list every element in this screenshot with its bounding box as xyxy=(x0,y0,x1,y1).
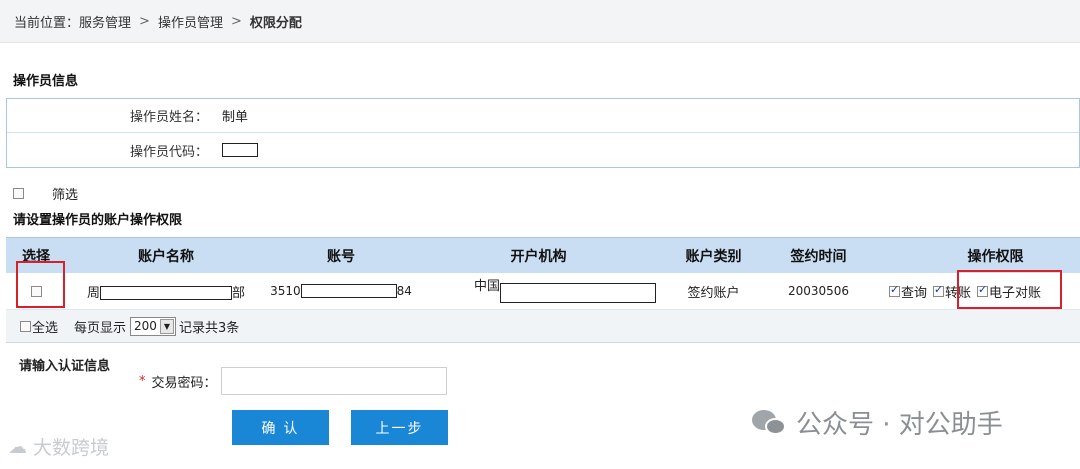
header-institution: 开户机构 xyxy=(510,248,567,265)
highlight-e-reconciliation-box xyxy=(957,270,1062,309)
institution-cell: 中国 xyxy=(416,273,661,310)
filter-checkbox[interactable] xyxy=(13,188,24,199)
account-type-cell: 签约账户 xyxy=(687,285,740,301)
institution-prefix: 中国 xyxy=(474,278,501,294)
page-size-prefix: 每页显示 xyxy=(74,320,127,336)
watermark-left-text: 大数跨境 xyxy=(33,437,110,459)
operator-code-label: 操作员代码： xyxy=(129,144,208,160)
breadcrumb-separator: > xyxy=(139,13,150,29)
table-header: 选择 账户名称 账号 开户机构 账户类别 签约时间 操作权限 xyxy=(6,237,1080,273)
filter-toggle[interactable]: 筛选 xyxy=(13,184,78,203)
permission-section-title: 请设置操作员的账户操作权限 xyxy=(13,213,183,228)
watermark-official-account: 公众号 · 对公助手 xyxy=(752,404,1003,441)
perm-query-checkbox[interactable] xyxy=(889,283,900,297)
header-account-name: 账户名称 xyxy=(138,248,194,265)
operator-name-label: 操作员姓名： xyxy=(129,110,208,125)
operator-name-row: 操作员姓名： 制单 xyxy=(7,99,1079,133)
account-no-suffix: 84 xyxy=(396,283,412,298)
breadcrumb-item-operator-management[interactable]: 操作员管理 xyxy=(158,12,223,31)
chevron-down-icon: ▼ xyxy=(159,318,174,334)
perm-transfer-checkbox[interactable] xyxy=(933,283,945,297)
header-sign-date: 签约时间 xyxy=(790,248,847,265)
breadcrumb: 当前位置： 服务管理 > 操作员管理 > 权限分配 xyxy=(0,0,1080,43)
account-name-suffix: 部 xyxy=(232,285,246,301)
header-account-no: 账号 xyxy=(327,248,355,265)
password-row: * 交易密码： xyxy=(139,367,447,395)
header-account-type: 账户类别 xyxy=(685,248,742,265)
account-name-cell: 周部 xyxy=(66,282,266,301)
watermark-right-text: 公众号 · 对公助手 xyxy=(796,410,1003,440)
breadcrumb-current: 权限分配 xyxy=(249,15,302,31)
page-size-value: 200 xyxy=(134,319,157,333)
operator-code-row: 操作员代码： xyxy=(7,133,1079,167)
sign-date-cell: 20030506 xyxy=(787,284,850,298)
password-input[interactable] xyxy=(220,367,447,395)
operator-info-title: 操作员信息 xyxy=(13,74,79,89)
back-button[interactable]: 上一步 xyxy=(351,410,448,445)
highlight-select-box xyxy=(16,261,65,308)
select-all-label: 全选 xyxy=(32,320,59,336)
breadcrumb-separator: > xyxy=(230,13,242,29)
account-name-prefix: 周 xyxy=(86,285,100,301)
perm-query[interactable]: 查询 xyxy=(889,282,927,301)
table-row: 周部 351084 中国 签约账户 20030506 查询 转账 电子对账 xyxy=(6,273,1080,310)
filter-label: 筛选 xyxy=(52,188,79,203)
account-no-cell: 3510 84 xyxy=(266,284,416,299)
select-all-checkbox[interactable] xyxy=(20,320,31,332)
table-footer: 全选 每页显示 200 ▼ 记录共3条 xyxy=(6,310,1080,343)
records-count: 记录共3条 xyxy=(178,320,240,336)
operator-info-box: 操作员姓名： 制单 操作员代码： xyxy=(6,98,1080,168)
operator-name-value: 制单 xyxy=(222,110,249,125)
account-no-prefix: 3510 xyxy=(270,283,301,298)
required-mark: * xyxy=(139,373,146,389)
operator-code-value xyxy=(222,143,258,158)
redacted-institution xyxy=(500,282,656,303)
confirm-button[interactable]: 确 认 xyxy=(232,410,329,445)
perm-query-label: 查询 xyxy=(901,285,928,301)
auth-section-title: 请输入认证信息 xyxy=(19,359,111,374)
redacted-account-no xyxy=(300,284,397,299)
cloud-icon: ☁ xyxy=(8,435,27,458)
breadcrumb-item-service-management[interactable]: 服务管理 xyxy=(79,12,131,31)
redacted-account-name xyxy=(100,286,232,300)
password-label: 交易密码： xyxy=(151,375,217,391)
page-size-select[interactable]: 200 ▼ xyxy=(130,316,176,336)
breadcrumb-prefix: 当前位置： xyxy=(14,15,80,31)
account-permission-table: 选择 账户名称 账号 开户机构 账户类别 签约时间 操作权限 周部 3510 84… xyxy=(6,237,1080,343)
redacted-operator-code xyxy=(222,143,258,157)
header-permissions: 操作权限 xyxy=(967,248,1024,265)
watermark-brand: ☁ 大数跨境 xyxy=(8,433,109,460)
wechat-icon xyxy=(752,408,788,438)
